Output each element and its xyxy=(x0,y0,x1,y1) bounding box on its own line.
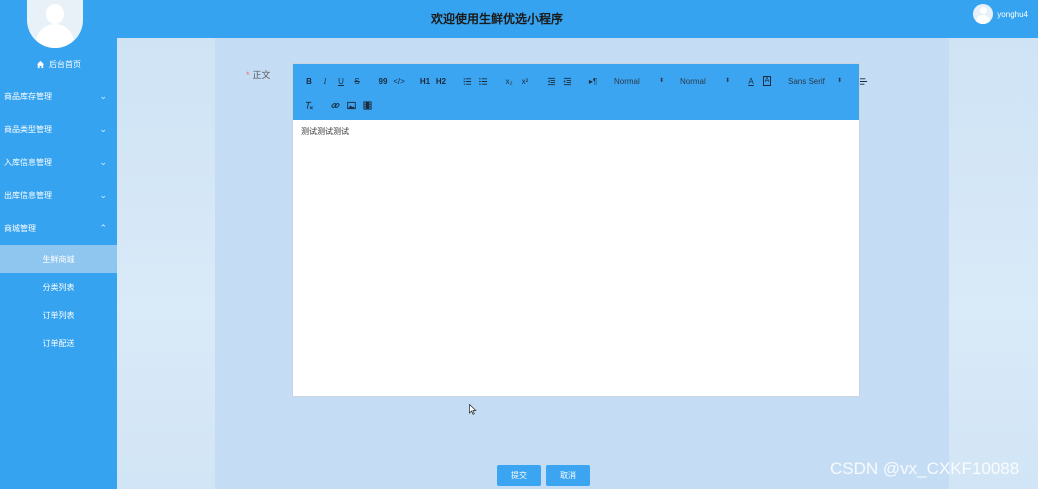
video-icon xyxy=(362,100,372,110)
superscript-button[interactable]: x² xyxy=(517,73,533,89)
user-menu[interactable]: yonghu4 xyxy=(973,4,1028,24)
video-button[interactable] xyxy=(359,97,375,113)
select-arrows-icon: ⬍ xyxy=(836,78,842,84)
link-button[interactable] xyxy=(327,97,343,113)
sidebar-item-mall[interactable]: 商城管理 ⌃ xyxy=(0,212,117,245)
outdent-button[interactable] xyxy=(543,73,559,89)
link-icon xyxy=(330,102,340,108)
required-mark: * xyxy=(246,70,250,80)
chevron-down-icon: ⌄ xyxy=(99,157,107,167)
home-icon xyxy=(36,60,45,68)
sidebar-item-stock-out[interactable]: 出库信息管理 ⌄ xyxy=(0,179,117,212)
sidebar-subitem-fresh-mall[interactable]: 生鲜商城 xyxy=(0,245,117,273)
sidebar-subitem-order-delivery[interactable]: 订单配送 xyxy=(0,329,117,357)
submit-button[interactable]: 提交 xyxy=(497,465,541,486)
chevron-down-icon: ⌄ xyxy=(99,124,107,134)
italic-button[interactable]: I xyxy=(317,73,333,89)
rich-text-editor: B I U S 99 </> H1 H2 x₂ x² ▸¶ Normal ⬍ N… xyxy=(292,63,867,397)
sidebar-item-label: 商城管理 xyxy=(4,224,36,233)
bullet-list-button[interactable] xyxy=(475,73,491,89)
chevron-up-icon: ⌃ xyxy=(99,223,107,233)
code-block-button[interactable]: </> xyxy=(391,73,407,89)
h2-button[interactable]: H2 xyxy=(433,73,449,89)
cancel-button[interactable]: 取消 xyxy=(546,465,590,486)
sidebar-item-label: 出库信息管理 xyxy=(4,191,52,200)
sidebar-subitem-category-list[interactable]: 分类列表 xyxy=(0,273,117,301)
font-select[interactable]: Sans Serif ⬍ xyxy=(785,73,845,89)
editor-toolbar: B I U S 99 </> H1 H2 x₂ x² ▸¶ Normal ⬍ N… xyxy=(293,64,867,120)
body-label-text: 正文 xyxy=(252,70,271,80)
watermark: CSDN @vx_CXKF10088 xyxy=(830,459,1020,478)
page-title: 欢迎使用生鲜优选小程序 xyxy=(430,12,563,26)
sidebar-item-label: 入库信息管理 xyxy=(4,158,52,167)
sidebar-subitem-label: 订单配送 xyxy=(42,338,75,348)
editor-content-area[interactable]: 测试测试测试 xyxy=(293,120,859,397)
blockquote-button[interactable]: 99 xyxy=(375,73,391,89)
image-button[interactable] xyxy=(343,97,359,113)
username: yonghu4 xyxy=(997,9,1028,19)
avatar xyxy=(973,4,994,24)
ordered-list-icon xyxy=(462,77,471,85)
indent-button[interactable] xyxy=(559,73,575,89)
underline-button[interactable]: U xyxy=(333,73,349,89)
bullet-list-icon xyxy=(478,77,487,85)
header-select[interactable]: Normal ⬍ xyxy=(677,73,733,89)
size-select[interactable]: Normal ⬍ xyxy=(611,73,667,89)
background-color-label: A xyxy=(762,76,772,86)
editor-content-text: 测试测试测试 xyxy=(301,127,349,136)
sidebar-subitem-label: 订单列表 xyxy=(42,310,75,320)
sidebar-item-stock-in[interactable]: 入库信息管理 ⌄ xyxy=(0,146,117,179)
font-select-value: Sans Serif xyxy=(788,76,825,86)
sidebar-menu: 商品库存管理 ⌄ 商品类型管理 ⌄ 入库信息管理 ⌄ 出库信息管理 ⌄ 商城管理… xyxy=(0,80,117,357)
align-left-icon xyxy=(859,77,867,85)
indent-icon xyxy=(563,77,571,85)
chevron-down-icon: ⌄ xyxy=(99,190,107,200)
strike-button[interactable]: S xyxy=(349,73,365,89)
sidebar: 后台首页 商品库存管理 ⌄ 商品类型管理 ⌄ 入库信息管理 ⌄ 出库信息管理 ⌄… xyxy=(0,0,117,489)
outdent-icon xyxy=(547,77,555,85)
sidebar-home-label: 后台首页 xyxy=(49,59,81,69)
sidebar-subitem-label: 分类列表 xyxy=(42,282,75,292)
sidebar-item-product-type[interactable]: 商品类型管理 ⌄ xyxy=(0,113,117,146)
sidebar-item-inventory[interactable]: 商品库存管理 ⌄ xyxy=(0,80,117,113)
sidebar-subitem-order-list[interactable]: 订单列表 xyxy=(0,301,117,329)
sidebar-item-label: 商品库存管理 xyxy=(4,92,52,101)
mouse-cursor-icon xyxy=(469,404,477,415)
select-arrows-icon: ⬍ xyxy=(724,78,730,84)
image-icon xyxy=(346,101,356,109)
sidebar-avatar xyxy=(27,0,83,48)
ordered-list-button[interactable] xyxy=(459,73,475,89)
text-direction-button[interactable]: ▸¶ xyxy=(585,73,601,89)
size-select-value: Normal xyxy=(614,76,640,86)
h1-button[interactable]: H1 xyxy=(417,73,433,89)
sidebar-subitem-label: 生鲜商城 xyxy=(42,254,75,264)
clear-format-icon xyxy=(305,101,313,109)
background-color-button[interactable]: A xyxy=(759,73,775,89)
body-field-label: * 正文 xyxy=(246,68,271,81)
chevron-down-icon: ⌄ xyxy=(99,91,107,101)
bold-button[interactable]: B xyxy=(301,73,317,89)
text-color-button[interactable]: A xyxy=(743,73,759,89)
sidebar-home-link[interactable]: 后台首页 xyxy=(0,56,117,72)
header-select-value: Normal xyxy=(680,76,706,86)
select-arrows-icon: ⬍ xyxy=(658,78,664,84)
clear-format-button[interactable] xyxy=(301,97,317,113)
subscript-button[interactable]: x₂ xyxy=(501,73,517,89)
align-button[interactable] xyxy=(855,73,871,89)
top-header: 欢迎使用生鲜优选小程序 yonghu4 xyxy=(117,0,1038,38)
sidebar-item-label: 商品类型管理 xyxy=(4,125,52,134)
